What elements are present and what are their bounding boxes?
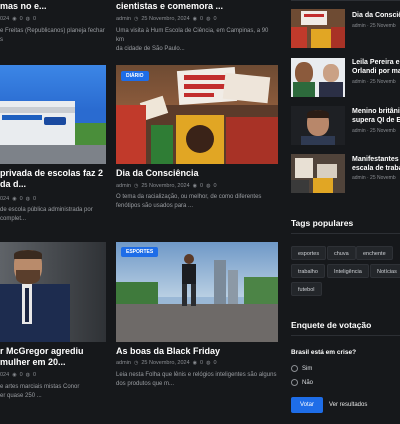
sidebar-post-title[interactable]: Dia da Consciên: [352, 11, 400, 20]
sidebar-thumb[interactable]: [291, 106, 345, 145]
comment-icon: ◍: [206, 360, 211, 366]
comment-icon: ◍: [206, 183, 211, 189]
clock-icon: ◷: [133, 16, 139, 22]
poll-question: Brasil está em crise?: [291, 349, 357, 356]
article-title[interactable]: privada de escolas faz 2 da d...: [0, 168, 106, 190]
view-results-link[interactable]: Ver resultados: [329, 402, 367, 408]
tag-futebol[interactable]: futebol: [291, 282, 322, 296]
sidebar-post-title[interactable]: Manifestantes pe escala de trabalh: [352, 155, 400, 173]
category-badge[interactable]: ESPORTES: [121, 247, 159, 257]
article-title[interactable]: As boas da Black Friday: [116, 346, 278, 356]
article-title[interactable]: r McGregor agrediu mulher em 20...: [0, 346, 106, 368]
article-title[interactable]: mas no e...: [0, 1, 106, 11]
radio-button[interactable]: [291, 379, 298, 386]
clock-icon: ◷: [133, 360, 139, 366]
article-excerpt: e artes marciais mistas Conor er quase 2…: [0, 384, 80, 399]
sidebar-post-title[interactable]: Menino britânico supera QI de Eins: [352, 107, 400, 125]
article-title[interactable]: Dia da Consciência: [116, 168, 278, 178]
article-excerpt: O tema da racialização, ou melhor, de co…: [116, 194, 262, 209]
article-meta: 024 ◉ 0 ◍ 0: [0, 196, 37, 202]
sidebar-post-meta: admin · 25 Novemb: [352, 79, 396, 85]
comment-icon: ◍: [25, 196, 30, 202]
eye-icon: ◉: [12, 372, 17, 378]
vote-button[interactable]: Votar: [291, 397, 323, 413]
article-title[interactable]: cientistas e comemora ...: [116, 1, 278, 11]
tag-chuva[interactable]: chuva: [327, 246, 356, 260]
sidebar-thumb[interactable]: [291, 9, 345, 48]
sidebar-post-meta: admin · 25 Novemb: [352, 128, 396, 134]
eye-icon: ◉: [12, 16, 17, 22]
tag-enchente[interactable]: enchente: [356, 246, 393, 260]
article-excerpt: Uma visita à Hum Escola de Ciência, em C…: [116, 28, 269, 52]
tags-divider: [291, 233, 400, 234]
comment-icon: ◍: [25, 372, 30, 378]
article-image-school[interactable]: [0, 65, 106, 164]
comment-icon: ◍: [25, 16, 30, 22]
sidebar-thumb[interactable]: [291, 154, 345, 193]
article-meta: admin ◷ 25 Novembro, 2024 ◉ 0 ◍ 0: [116, 183, 217, 189]
article-meta: admin ◷ 25 Novembro, 2024 ◉ 0 ◍ 0: [116, 360, 217, 366]
poll-divider: [291, 335, 400, 336]
tag-noticias[interactable]: Notícias: [370, 264, 400, 278]
tags-heading: Tags populares: [291, 218, 354, 228]
article-meta: 024 ◉ 0 ◍ 0: [0, 372, 37, 378]
sidebar-thumb[interactable]: [291, 58, 345, 97]
sidebar-post-title[interactable]: Leila Pereira enfr Orlandi por mais t: [352, 58, 400, 76]
category-badge[interactable]: DIÁRIO: [121, 71, 149, 81]
article-meta: 024 ◉ 0 ◍ 0: [0, 16, 37, 22]
sidebar-post-meta: admin · 25 Novemb: [352, 23, 396, 29]
article-excerpt: Leia nesta Folha que lênis e relógios in…: [116, 372, 277, 387]
clock-icon: ◷: [133, 183, 139, 189]
radio-button[interactable]: [291, 365, 298, 372]
tag-esportes[interactable]: esportes: [291, 246, 327, 260]
article-excerpt: e Freitas (Republicanos) planeja fechar …: [0, 28, 105, 43]
article-image-runner[interactable]: [116, 242, 278, 342]
article-excerpt: de escola pública administrada por compl…: [0, 207, 93, 222]
poll-heading: Enquete de votação: [291, 320, 372, 330]
eye-icon: ◉: [192, 183, 198, 189]
comment-icon: ◍: [206, 16, 211, 22]
poll-option-sim[interactable]: Sim: [291, 365, 312, 372]
poll-option-nao[interactable]: Não: [291, 379, 313, 386]
sidebar-divider: [291, 0, 400, 1]
article-meta: admin ◷ 25 Novembro, 2024 ◉ 0 ◍ 0: [116, 16, 217, 22]
eye-icon: ◉: [192, 16, 198, 22]
eye-icon: ◉: [192, 360, 198, 366]
tag-trabalho[interactable]: trabalho: [291, 264, 325, 278]
article-image-mcgregor[interactable]: [0, 242, 106, 342]
eye-icon: ◉: [12, 196, 17, 202]
tag-inteligencia[interactable]: Inteligência: [327, 264, 369, 278]
sidebar-post-meta: admin · 25 Novemb: [352, 175, 396, 181]
